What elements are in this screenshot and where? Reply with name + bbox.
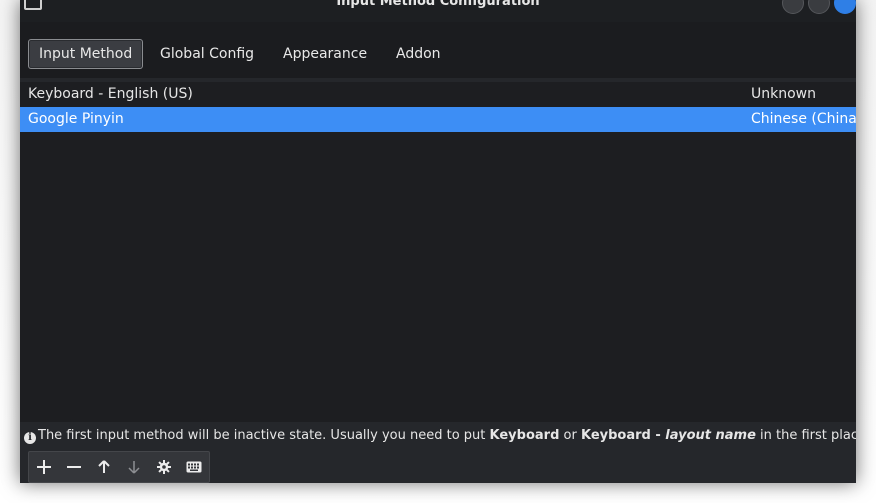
config-window: Input Method Configuration Input Method … (20, 0, 856, 483)
input-method-language: Chinese (China) (751, 111, 856, 127)
minus-icon (67, 466, 81, 468)
tab-bar: Input Method Global Config Appearance Ad… (20, 22, 856, 78)
titlebar[interactable]: Input Method Configuration (20, 0, 856, 22)
window-title: Input Method Configuration (336, 0, 540, 9)
info-text-2: or (559, 428, 581, 443)
add-button[interactable] (29, 452, 59, 482)
move-down-button[interactable] (119, 452, 149, 482)
keyboard-icon (186, 461, 202, 473)
input-method-language: Unknown (751, 86, 816, 102)
list-item[interactable]: Keyboard - English (US) Unknown (20, 82, 856, 107)
tab-appearance[interactable]: Appearance (273, 40, 377, 68)
arrow-up-icon (98, 460, 110, 473)
close-button[interactable] (834, 0, 856, 14)
window-controls (782, 0, 856, 14)
input-method-list[interactable]: Keyboard - English (US) Unknown Google P… (20, 82, 856, 422)
keyboard-layout-button[interactable] (179, 452, 209, 482)
remove-button[interactable] (59, 452, 89, 482)
input-method-name: Google Pinyin (28, 111, 124, 127)
maximize-button[interactable] (808, 0, 830, 14)
gear-icon (157, 460, 171, 474)
minimize-button[interactable] (782, 0, 804, 14)
list-item[interactable]: Google Pinyin Chinese (China) (20, 107, 856, 132)
info-text-1: The first input method will be inactive … (38, 428, 490, 443)
input-method-name: Keyboard - English (US) (28, 86, 193, 102)
input-method-toolbar (28, 451, 210, 483)
info-italic-1: layout name (665, 428, 756, 443)
configure-button[interactable] (149, 452, 179, 482)
info-bold-1: Keyboard (489, 428, 560, 443)
info-text-3: in the first place. (760, 428, 856, 443)
info-bold-2: Keyboard - (580, 428, 666, 443)
plus-icon (37, 460, 51, 474)
move-up-button[interactable] (89, 452, 119, 482)
info-message: i The first input method will be inactive… (20, 426, 856, 446)
tab-global-config[interactable]: Global Config (150, 40, 264, 68)
tab-input-method[interactable]: Input Method (28, 39, 144, 69)
info-icon: i (24, 432, 36, 444)
tab-addon[interactable]: Addon (386, 40, 451, 68)
arrow-down-icon (128, 461, 140, 474)
